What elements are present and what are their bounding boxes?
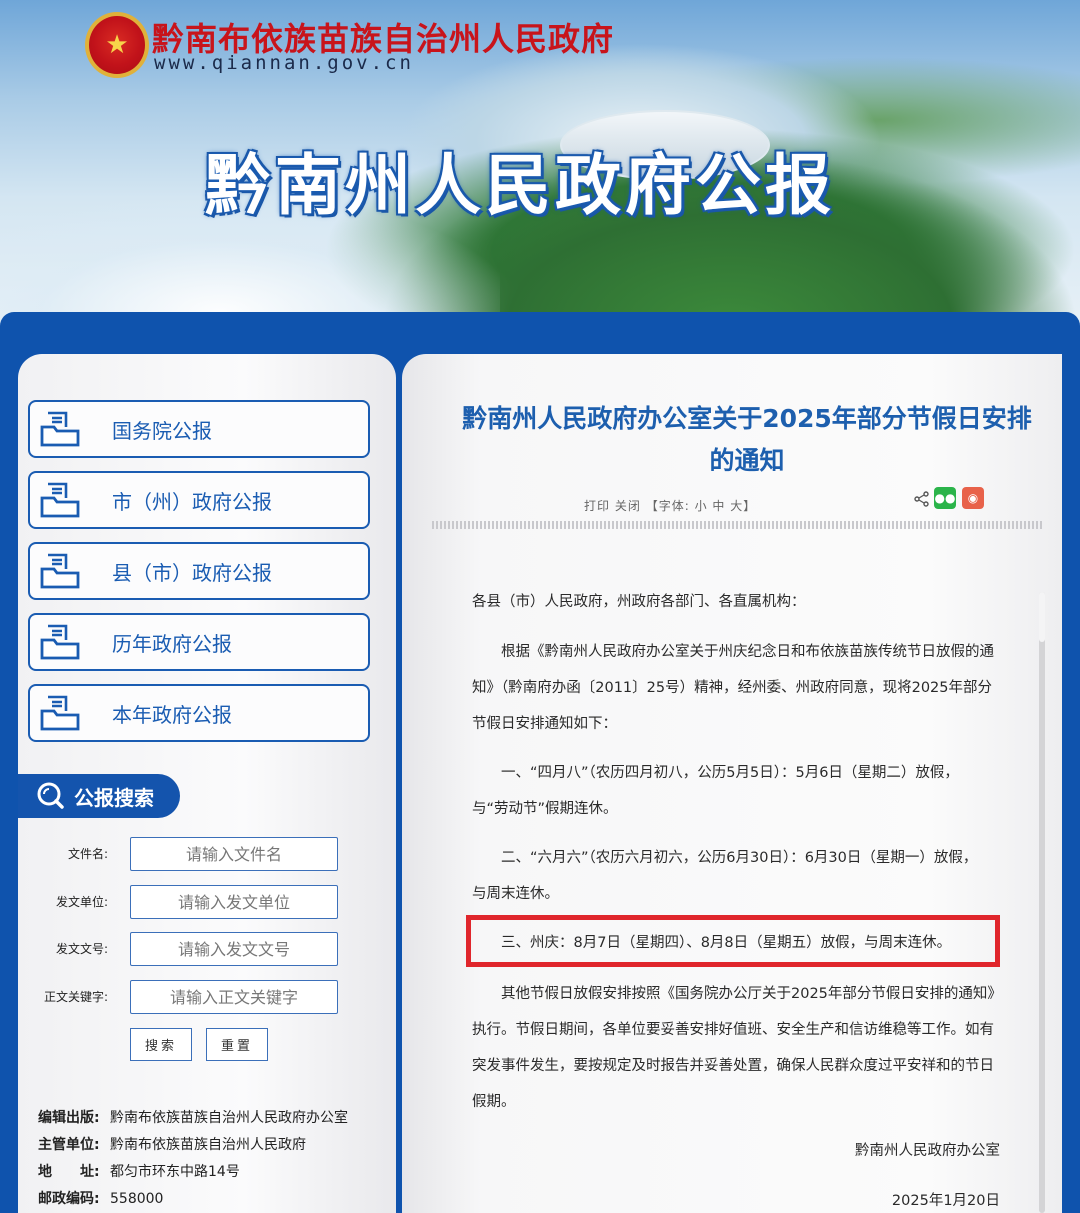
field-label: 文件名:	[67, 847, 108, 861]
search-section-title: 公报搜索	[74, 785, 154, 810]
font-medium-link[interactable]: 中	[712, 499, 725, 513]
search-row-doc-number: 发文文号:	[30, 932, 340, 966]
document-icon	[40, 553, 80, 589]
nav-label: 国务院公报	[112, 418, 212, 443]
national-emblem-icon[interactable]: ★	[85, 12, 149, 78]
paragraph-closing: 其他节假日放假安排按照《国务院办公厅关于2025年部分节假日安排的通知》 执行。…	[472, 976, 1012, 1120]
print-link[interactable]: 打印	[584, 499, 610, 513]
nav-past-gazettes[interactable]: 历年政府公报	[28, 613, 370, 671]
salutation: 各县（市）人民政府，州政府各部门、各直属机构：	[472, 594, 806, 610]
text-line: 二、“六月六”（农历六月初六，公历6月30日）：6月30日（星期一）放假，	[472, 850, 978, 866]
document-icon	[40, 411, 80, 447]
text-line: 假期。	[472, 1094, 516, 1110]
nav-this-year-gazettes[interactable]: 本年政府公报	[28, 684, 370, 742]
nav-city-gazette[interactable]: 市（州）政府公报	[28, 471, 370, 529]
info-authority: 主管单位: 黔南布依族苗族自治州人民政府	[38, 1134, 306, 1154]
field-label: 正文关键字:	[43, 990, 108, 1004]
font-small-link[interactable]: 小	[695, 499, 708, 513]
keyword-input[interactable]	[130, 980, 338, 1014]
holiday-item-2: 二、“六月六”（农历六月初六，公历6月30日）：6月30日（星期一）放假， 与周…	[472, 840, 1012, 912]
search-icon	[37, 782, 64, 809]
site-url[interactable]: www.qiannan.gov.cn	[154, 52, 414, 74]
signature: 黔南州人民政府办公室	[855, 1143, 1000, 1159]
document-icon	[40, 624, 80, 660]
info-value: 黔南布依族苗族自治州人民政府	[110, 1137, 306, 1153]
document-icon	[40, 482, 80, 518]
divider	[432, 521, 1044, 529]
doc-number-input[interactable]	[130, 932, 338, 966]
weibo-share-icon[interactable]: ◉	[962, 487, 984, 509]
info-value: 都匀市环东中路14号	[110, 1164, 240, 1180]
article-panel: 黔南州人民政府办公室关于2025年部分节假日安排 的通知 打印 关闭 【字体: …	[402, 354, 1062, 1213]
article-title-line1: 黔南州人民政府办公室关于2025年部分节假日安排	[462, 404, 1032, 433]
holiday-item-3: 三、州庆：8月7日（星期四）、8月8日（星期五）放假，与周末连休。	[472, 935, 952, 951]
paragraph-intro: 根据《黔南州人民政府办公室关于州庆纪念日和布依族苗族传统节日放假的通 知》（黔南…	[472, 634, 1012, 742]
text-line: 节假日安排通知如下：	[472, 716, 617, 732]
search-button[interactable]: 搜索	[130, 1028, 192, 1061]
text-line: 执行。节假日期间，各单位要妥善安排好值班、安全生产和信访维稳等工作。如有	[472, 1022, 994, 1038]
font-large-link[interactable]: 大】	[730, 499, 756, 513]
issue-date: 2025年1月20日	[891, 1193, 1000, 1209]
text-line: 知》（黔南府办函〔2011〕25号）精神，经州委、州政府同意，现将2025年部分	[472, 680, 993, 696]
nav-label: 市（州）政府公报	[112, 489, 272, 514]
nav-state-council-gazette[interactable]: 国务院公报	[28, 400, 370, 458]
holiday-item-1: 一、“四月八”（农历四月初八，公历5月5日）：5月6日（星期二）放假， 与“劳动…	[472, 755, 1012, 827]
info-key: 邮政编码:	[38, 1191, 100, 1207]
info-value: 黔南布依族苗族自治州人民政府办公室	[110, 1110, 348, 1126]
text-line: 与周末连休。	[472, 886, 559, 902]
info-address: 地 址: 都匀市环东中路14号	[38, 1161, 240, 1181]
article-scrollbar[interactable]	[1039, 592, 1045, 1213]
text-line: 一、“四月八”（农历四月初八，公历5月5日）：5月6日（星期二）放假，	[472, 765, 959, 781]
search-section-header: 公报搜索	[18, 774, 180, 818]
search-row-issuer: 发文单位:	[30, 885, 340, 919]
info-postcode: 邮政编码: 558000	[38, 1188, 163, 1208]
info-key: 地 址:	[38, 1164, 100, 1180]
banner-title: 黔南州人民政府公报	[205, 147, 835, 224]
field-label: 发文文号:	[55, 942, 108, 956]
nav-label: 本年政府公报	[112, 702, 232, 727]
share-icon[interactable]	[914, 491, 930, 507]
nav-county-gazette[interactable]: 县（市）政府公报	[28, 542, 370, 600]
article-tools: 打印 关闭 【字体: 小 中 大】	[584, 497, 756, 514]
text-line: 与“劳动节”假期连休。	[472, 801, 618, 817]
article-title: 黔南州人民政府办公室关于2025年部分节假日安排 的通知	[422, 398, 1072, 482]
font-size-label: 【字体:	[645, 499, 690, 513]
text-line: 其他节假日放假安排按照《国务院办公厅关于2025年部分节假日安排的通知》	[472, 986, 1002, 1002]
scrollbar-thumb[interactable]	[1039, 592, 1045, 642]
article-title-line2: 的通知	[709, 446, 785, 475]
info-value: 558000	[110, 1191, 164, 1207]
text-line: 突发事件发生，要按规定及时报告并妥善处置，确保人民群众度过平安祥和的节日	[472, 1058, 994, 1074]
wechat-share-icon[interactable]: ●●	[934, 487, 956, 509]
nav-label: 县（市）政府公报	[112, 560, 272, 585]
field-label: 发文单位:	[55, 895, 108, 909]
document-icon	[40, 695, 80, 731]
close-link[interactable]: 关闭	[615, 499, 641, 513]
header-banner: ★ 黔南布依族苗族自治州人民政府 www.qiannan.gov.cn 黔南州人…	[0, 0, 1080, 330]
nav-label: 历年政府公报	[112, 631, 232, 656]
search-row-filename: 文件名:	[30, 837, 340, 871]
info-editor: 编辑出版: 黔南布依族苗族自治州人民政府办公室	[38, 1107, 348, 1127]
reset-button[interactable]: 重置	[206, 1028, 268, 1061]
search-row-keyword: 正文关键字:	[30, 980, 340, 1014]
text-line: 根据《黔南州人民政府办公室关于州庆纪念日和布依族苗族传统节日放假的通	[472, 644, 994, 660]
issuer-input[interactable]	[130, 885, 338, 919]
info-key: 主管单位:	[38, 1137, 100, 1153]
info-key: 编辑出版:	[38, 1110, 100, 1126]
filename-input[interactable]	[130, 837, 338, 871]
